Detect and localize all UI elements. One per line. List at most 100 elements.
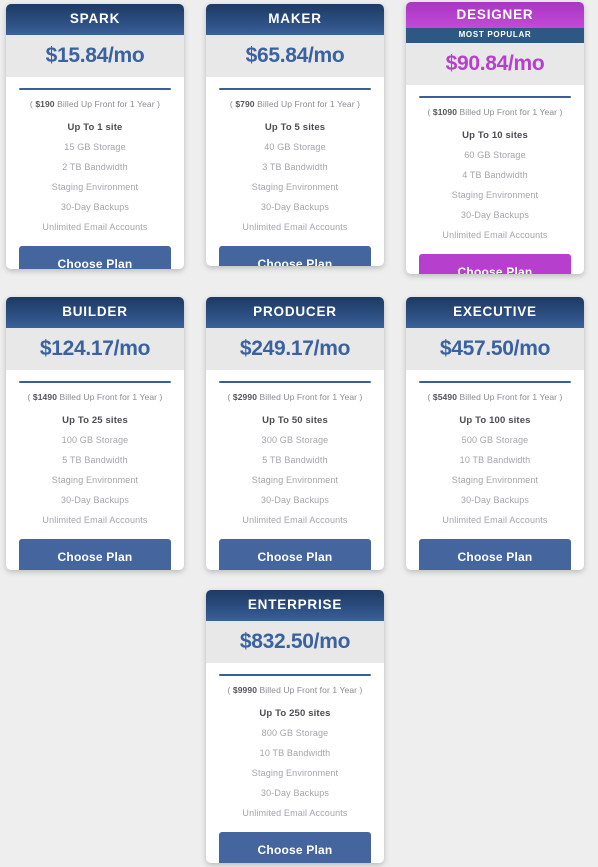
feature-item: Unlimited Email Accounts <box>242 515 348 526</box>
billed-note-suffix: Billed Up Front for 1 Year ) <box>57 392 163 403</box>
billing-toggle-builder[interactable]: MonthlyAnnually <box>19 381 171 384</box>
plan-title-maker: MAKER <box>206 4 384 36</box>
feature-item: 4 TB Bandwidth <box>462 170 528 181</box>
feature-item: 2 TB Bandwidth <box>62 162 128 173</box>
billed-up-front-note-executive: ( $5490 Billed Up Front for 1 Year ) <box>406 392 584 402</box>
feature-item: Staging Environment <box>251 182 339 193</box>
feature-item: Staging Environment <box>451 475 539 486</box>
feature-item: 30-Day Backups <box>260 495 330 506</box>
billed-note-amount: $5490 <box>432 392 458 403</box>
feature-item: Up To 5 sites <box>264 121 326 133</box>
feature-item: 30-Day Backups <box>60 495 130 506</box>
billing-toggle-designer[interactable]: MonthlyAnnually <box>419 96 571 99</box>
feature-item: Up To 50 sites <box>262 414 328 426</box>
cta-container-spark: Choose Plan <box>6 238 184 269</box>
pricing-plan-grid: SPARK $15.84/mo MonthlyAnnually ( $190 Bill… <box>0 0 598 867</box>
feature-item: Staging Environment <box>251 475 339 486</box>
billed-note-suffix: Billed Up Front for 1 Year ) <box>457 107 563 118</box>
feature-item: 30-Day Backups <box>260 202 330 213</box>
billing-toggle-producer[interactable]: MonthlyAnnually <box>219 381 371 384</box>
billed-note-suffix: Billed Up Front for 1 Year ) <box>54 99 161 110</box>
feature-item: Unlimited Email Accounts <box>442 230 548 241</box>
choose-plan-button-spark[interactable]: Choose Plan <box>19 245 171 269</box>
billing-toggle-maker[interactable]: MonthlyAnnually <box>219 88 371 91</box>
billed-note-amount: $2990 <box>232 392 258 403</box>
plan-price-designer: $90.84/mo <box>445 52 545 76</box>
billed-note-suffix: Billed Up Front for 1 Year ) <box>257 392 363 403</box>
price-band-builder: $124.17/mo <box>6 328 184 371</box>
plan-price-maker: $65.84/mo <box>245 44 345 68</box>
billed-up-front-note-producer: ( $2990 Billed Up Front for 1 Year ) <box>206 392 384 402</box>
plan-card-producer: PRODUCER $249.17/mo MonthlyAnnually ( $2990… <box>206 297 384 570</box>
billed-note-amount: $1090 <box>432 107 458 118</box>
feature-item: 5 TB Bandwidth <box>262 455 328 466</box>
billing-toggle-executive[interactable]: MonthlyAnnually <box>419 381 571 384</box>
most-popular-badge: MOST POPULAR <box>406 28 584 44</box>
feature-item: Up To 10 sites <box>462 129 528 141</box>
plan-title-spark: SPARK <box>6 4 184 36</box>
plan-title-designer: DESIGNER <box>406 2 584 29</box>
billed-up-front-note-spark: ( $190 Billed Up Front for 1 Year ) <box>6 99 184 109</box>
feature-list-designer: Up To 10 sites 60 GB Storage 4 TB Bandwidt… <box>406 125 584 246</box>
feature-item: 30-Day Backups <box>260 788 330 799</box>
feature-item: 5 TB Bandwidth <box>62 455 128 466</box>
plan-card-maker: MAKER $65.84/mo MonthlyAnnually ( $790 Bill… <box>206 4 384 266</box>
plan-title-enterprise: ENTERPRISE <box>206 590 384 622</box>
feature-item: 60 GB Storage <box>464 150 526 161</box>
plan-card-builder: BUILDER $124.17/mo MonthlyAnnually ( $1490 … <box>6 297 184 570</box>
choose-plan-button-executive[interactable]: Choose Plan <box>419 538 571 570</box>
feature-item: Unlimited Email Accounts <box>42 515 148 526</box>
billed-up-front-note-maker: ( $790 Billed Up Front for 1 Year ) <box>206 99 384 109</box>
feature-item: Staging Environment <box>51 182 139 193</box>
billed-note-suffix: Billed Up Front for 1 Year ) <box>457 392 563 403</box>
plan-title-producer: PRODUCER <box>206 297 384 329</box>
feature-item: Staging Environment <box>451 190 539 201</box>
billed-note-amount: $190 <box>35 99 55 110</box>
billed-note-suffix: Billed Up Front for 1 Year ) <box>254 99 361 110</box>
cta-container-maker: Choose Plan <box>206 238 384 266</box>
choose-plan-button-enterprise[interactable]: Choose Plan <box>219 831 371 863</box>
billed-up-front-note-designer: ( $1090 Billed Up Front for 1 Year ) <box>406 107 584 117</box>
choose-plan-button-designer[interactable]: Choose Plan <box>419 253 571 274</box>
feature-item: Unlimited Email Accounts <box>42 222 148 233</box>
feature-item: 500 GB Storage <box>461 435 529 446</box>
feature-item: 30-Day Backups <box>460 495 530 506</box>
feature-item: 3 TB Bandwidth <box>262 162 328 173</box>
feature-item: Up To 250 sites <box>259 707 331 719</box>
billed-note-amount: $9990 <box>232 685 258 696</box>
plan-title-executive: EXECUTIVE <box>406 297 584 329</box>
feature-item: Up To 100 sites <box>459 414 531 426</box>
feature-item: Unlimited Email Accounts <box>442 515 548 526</box>
billing-toggle-enterprise[interactable]: MonthlyAnnually <box>219 674 371 677</box>
plan-price-builder: $124.17/mo <box>39 337 151 361</box>
cta-container-builder: Choose Plan <box>6 531 184 570</box>
choose-plan-button-producer[interactable]: Choose Plan <box>219 538 371 570</box>
feature-item: Staging Environment <box>251 768 339 779</box>
feature-item: 40 GB Storage <box>264 142 326 153</box>
feature-item: 800 GB Storage <box>261 728 329 739</box>
plan-price-spark: $15.84/mo <box>45 44 145 68</box>
choose-plan-button-maker[interactable]: Choose Plan <box>219 245 371 266</box>
plan-card-executive: EXECUTIVE $457.50/mo MonthlyAnnually ( $549… <box>406 297 584 570</box>
billing-toggle-spark[interactable]: MonthlyAnnually <box>19 88 171 91</box>
cta-container-producer: Choose Plan <box>206 531 384 570</box>
price-band-enterprise: $832.50/mo <box>206 621 384 664</box>
feature-list-builder: Up To 25 sites 100 GB Storage 5 TB Bandwid… <box>6 410 184 531</box>
price-band-maker: $65.84/mo <box>206 35 384 78</box>
plan-price-enterprise: $832.50/mo <box>239 630 351 654</box>
feature-item: 10 TB Bandwidth <box>259 748 331 759</box>
plan-card-spark: SPARK $15.84/mo MonthlyAnnually ( $190 Bill… <box>6 4 184 269</box>
plan-price-executive: $457.50/mo <box>439 337 551 361</box>
plan-card-designer: DESIGNERMOST POPULAR $90.84/mo MonthlyAnnu… <box>406 2 584 274</box>
price-band-producer: $249.17/mo <box>206 328 384 371</box>
cta-container-designer: Choose Plan <box>406 246 584 274</box>
feature-item: 10 TB Bandwidth <box>459 455 531 466</box>
feature-item: Unlimited Email Accounts <box>242 808 348 819</box>
plan-title-builder: BUILDER <box>6 297 184 329</box>
feature-item: Staging Environment <box>51 475 139 486</box>
feature-list-spark: Up To 1 site 15 GB Storage 2 TB Bandwidth S… <box>6 117 184 238</box>
feature-list-executive: Up To 100 sites 500 GB Storage 10 TB Bandw… <box>406 410 584 531</box>
choose-plan-button-builder[interactable]: Choose Plan <box>19 538 171 570</box>
feature-item: 30-Day Backups <box>60 202 130 213</box>
feature-list-maker: Up To 5 sites 40 GB Storage 3 TB Bandwidth… <box>206 117 384 238</box>
